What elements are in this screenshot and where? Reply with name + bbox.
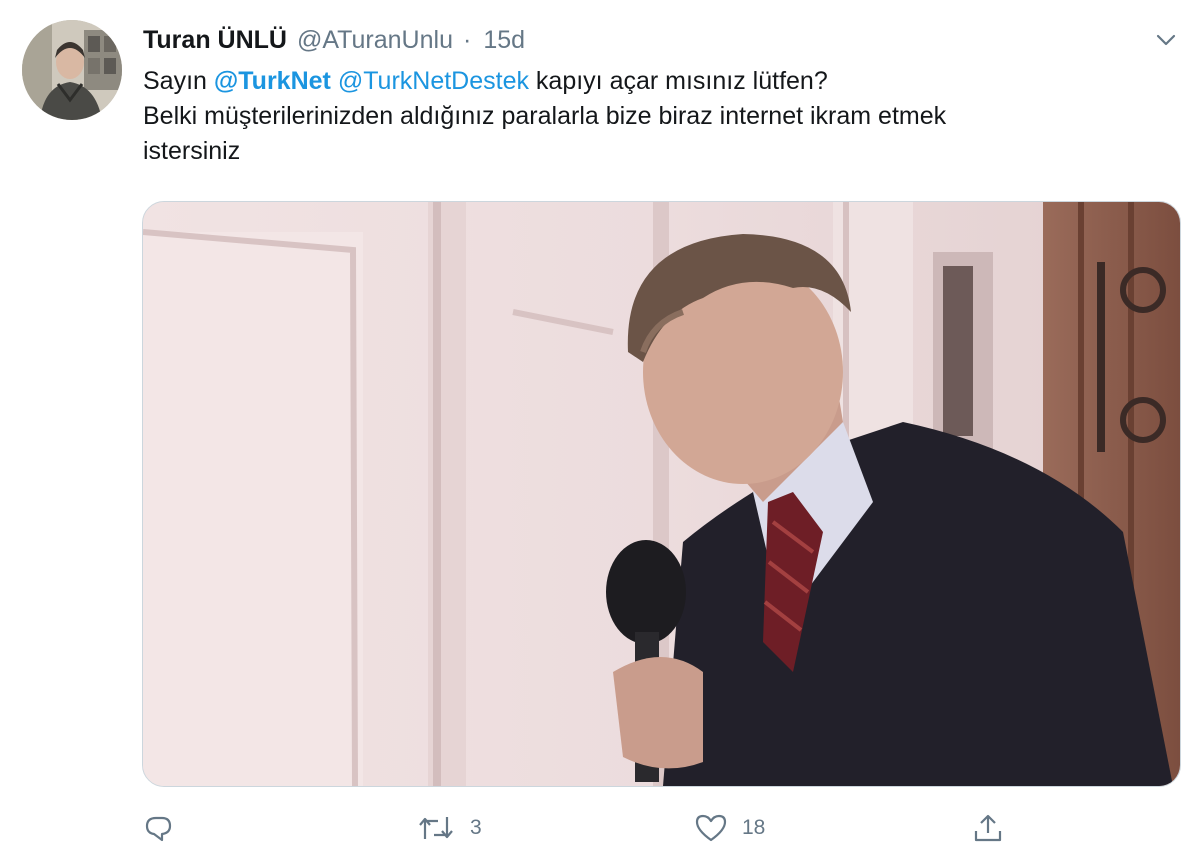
tweet-text-line-3: istersiniz	[143, 137, 241, 165]
heart-icon	[694, 811, 728, 845]
avatar[interactable]	[22, 20, 122, 120]
text-prefix: Sayın	[143, 67, 214, 95]
video-frame	[143, 202, 1180, 786]
retweet-icon	[416, 811, 456, 845]
avatar-image	[22, 20, 122, 120]
reply-button[interactable]	[142, 806, 190, 850]
mention-turknet[interactable]: @TurkNet	[214, 67, 331, 95]
user-handle[interactable]: @ATuranUnlu	[297, 26, 453, 55]
tweet-actions: 3 18	[142, 806, 1042, 850]
tweet-text-line-2: Belki müşterilerinizden aldığınız parala…	[143, 102, 947, 130]
reply-icon	[142, 811, 176, 845]
like-button[interactable]: 18	[694, 806, 765, 850]
text-suffix: kapıyı açar mısınız lütfen?	[528, 67, 828, 95]
like-count: 18	[742, 816, 766, 839]
timestamp[interactable]: 15d	[483, 26, 525, 55]
chevron-down-icon[interactable]	[1152, 26, 1180, 54]
mention-turknetdestek[interactable]: @TurkNetDestek	[338, 67, 529, 95]
retweet-button[interactable]: 3	[416, 806, 482, 850]
separator-dot: ·	[462, 25, 472, 54]
tweet-text: Sayın @TurkNet @TurkNetDestek kapıyı aça…	[143, 64, 1173, 169]
retweet-count: 3	[470, 816, 482, 839]
share-icon	[971, 811, 1005, 845]
tweet-header: Turan ÜNLÜ @ATuranUnlu · 15d	[143, 22, 525, 58]
text-space	[331, 67, 338, 95]
tweet: Turan ÜNLÜ @ATuranUnlu · 15d Sayın @Turk…	[0, 0, 1200, 863]
share-button[interactable]	[971, 806, 1019, 850]
display-name[interactable]: Turan ÜNLÜ	[143, 26, 287, 55]
video-thumbnail[interactable]	[142, 201, 1181, 787]
tweet-text-line-1: Sayın @TurkNet @TurkNetDestek kapıyı aça…	[143, 64, 1173, 99]
